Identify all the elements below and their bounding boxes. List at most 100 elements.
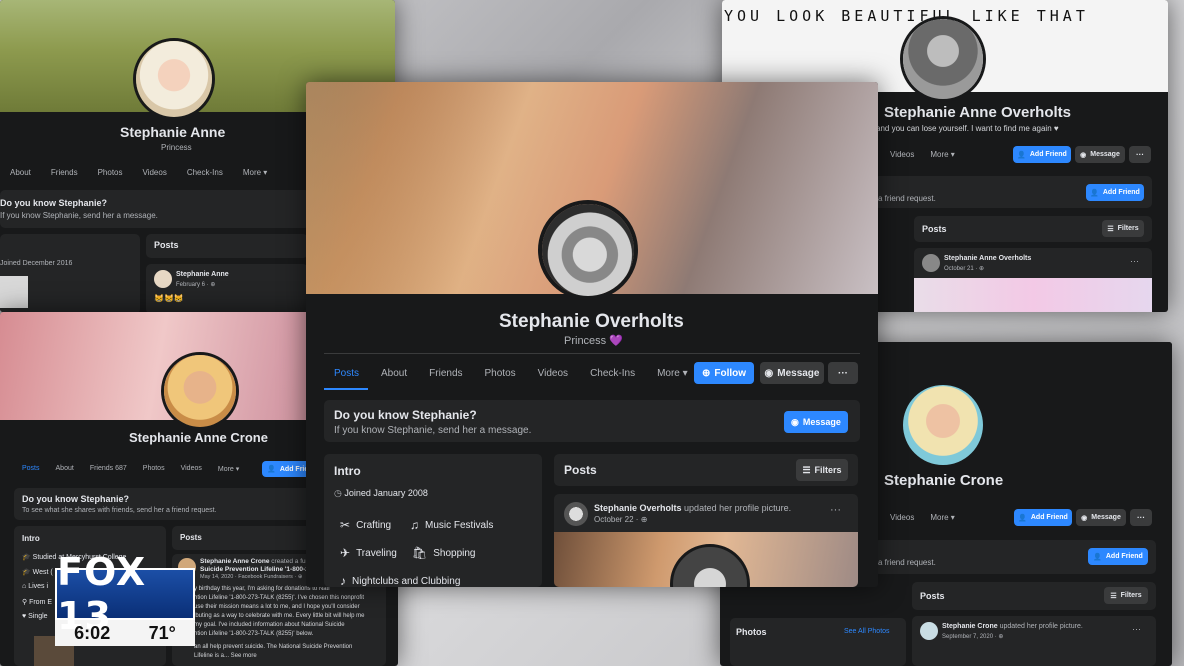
post-card: Stephanie Anne February 6 · ⊕ 😸😸😸: [146, 264, 308, 312]
add-friend-button[interactable]: 👤 Add Friend: [1013, 146, 1071, 163]
temperature-display: 71°: [148, 622, 176, 643]
profile-tabs: Videos More ▾: [890, 150, 955, 159]
tab-videos[interactable]: Videos: [538, 368, 568, 379]
intro-item-from: ⚲ From E: [22, 599, 53, 606]
tab-checkins[interactable]: Check-Ins: [590, 368, 635, 379]
tab-about[interactable]: About: [381, 368, 407, 379]
prompt-message-button[interactable]: ◉ Message: [784, 411, 848, 433]
active-tab-underline: [324, 388, 368, 390]
post-emoji: 😸😸😸: [154, 294, 184, 303]
profile-avatar: [538, 200, 638, 300]
post-author-line: Stephanie Anne Crone created a fund: [200, 558, 313, 565]
request-text: a friend request.: [878, 194, 936, 203]
tab-more[interactable]: More ▾: [930, 150, 954, 159]
add-friend-icon: 👤: [1018, 514, 1027, 522]
post-more-button[interactable]: ···: [1132, 624, 1141, 634]
post-body-8[interactable]: Lifeline is a... See more: [194, 653, 257, 659]
tab-friends[interactable]: Friends: [429, 368, 462, 379]
filters-icon: ☰: [802, 464, 811, 475]
tab-videos[interactable]: Videos: [143, 168, 167, 177]
cover-banner-text: YOU LOOK BEAUTIFUL LIKE THAT: [724, 7, 1089, 25]
hobby-shopping[interactable]: 🛍 Shopping: [412, 546, 476, 560]
follow-icon: ⊕: [701, 367, 711, 379]
post-body-2: ntion Lifeline '1-800-273-TALK (8255)'. …: [194, 595, 365, 601]
divider: [324, 353, 860, 354]
tab-posts[interactable]: Posts: [334, 368, 359, 379]
hobby-traveling[interactable]: ✈ Traveling: [340, 546, 397, 560]
post-body-3: use their mission means a lot to me, and…: [194, 604, 360, 610]
tab-friends[interactable]: Friends 687: [90, 465, 127, 473]
intro-item-lives: ⌂ Lives i: [22, 583, 49, 590]
messenger-icon: ◉: [1080, 151, 1087, 159]
intro-header: Intro: [22, 534, 40, 543]
messenger-icon: ◉: [1081, 514, 1088, 522]
post-more-button[interactable]: ···: [830, 504, 841, 516]
prompt-title: Do you know Stephanie?: [334, 408, 477, 422]
tab-videos[interactable]: Videos: [890, 513, 914, 522]
profile-bio: and you can lose yourself. I want to fin…: [876, 124, 1059, 133]
filters-button[interactable]: ☰ Filters: [1102, 220, 1144, 237]
tab-more[interactable]: More ▾: [243, 168, 267, 177]
posts-header: Posts: [564, 463, 597, 477]
joined-text: Joined December 2016: [0, 260, 73, 267]
joined-line: ◷ Joined January 2008: [334, 488, 428, 498]
tab-photos[interactable]: Photos: [98, 168, 123, 177]
tab-videos[interactable]: Videos: [181, 465, 202, 473]
add-friend-icon: 👤: [1090, 189, 1099, 197]
post-author: Stephanie Anne: [176, 271, 229, 278]
hobby-crafting[interactable]: ✂ Crafting: [340, 518, 391, 532]
post-date: October 22 · ⊕: [594, 515, 648, 524]
profile-avatar: [900, 382, 986, 468]
post-date: September 7, 2020 · ⊕: [942, 634, 1004, 640]
hobby-nightclubs[interactable]: ♪ Nightclubs and Clubbing: [340, 574, 460, 587]
message-button[interactable]: ◉ Message: [1075, 146, 1125, 163]
tab-photos[interactable]: Photos: [485, 368, 516, 379]
intro-panel: Intro ◷ Joined January 2008 ✂ Crafting ♫ M…: [324, 454, 542, 587]
messenger-icon: ◉: [791, 416, 799, 427]
post-more-button[interactable]: ···: [1130, 256, 1139, 266]
profile-avatar: [161, 352, 239, 430]
friend-request-prompt: a friend request. 👤 Add Friend: [874, 176, 1152, 208]
message-button[interactable]: ◉ Message: [1076, 509, 1126, 526]
tab-photos[interactable]: Photos: [143, 465, 165, 473]
tab-friends[interactable]: Friends: [51, 168, 78, 177]
prompt-title: Do you know Stephanie?: [22, 494, 130, 504]
more-options-button[interactable]: ···: [1129, 146, 1151, 163]
message-button[interactable]: ◉ Message: [760, 362, 824, 384]
post-author-line: Stephanie Crone updated her profile pict…: [942, 623, 1083, 630]
post-body-7: an all help prevent suicide. The Nationa…: [194, 644, 353, 650]
post-body-5: my goal. I've included information about…: [194, 622, 345, 628]
nightclub-icon: ♪: [340, 574, 346, 587]
posts-header: Posts: [154, 240, 179, 250]
tab-more[interactable]: More ▾: [218, 465, 239, 473]
add-friend-button-2[interactable]: 👤 Add Friend: [1086, 184, 1144, 201]
post-line2: Suicide Prevention Lifeline '1-800-27: [200, 566, 313, 573]
shopping-icon: 🛍: [412, 546, 428, 560]
hobby-music-festivals[interactable]: ♫ Music Festivals: [410, 518, 493, 532]
posts-header: Posts: [922, 224, 947, 234]
tab-about[interactable]: About: [10, 168, 31, 177]
post-card: Stephanie Overholts updated her profile …: [554, 494, 858, 587]
follow-button[interactable]: ⊕ Follow: [694, 362, 754, 384]
add-friend-button-2[interactable]: 👤 Add Friend: [1088, 548, 1148, 565]
filters-button[interactable]: ☰ Filters: [1104, 587, 1148, 604]
see-all-photos-link[interactable]: See All Photos: [844, 628, 890, 635]
know-prompt: Do you know Stephanie? If you know Steph…: [0, 190, 310, 228]
more-options-button[interactable]: ···: [1130, 509, 1152, 526]
profile-avatar: [133, 38, 215, 120]
tab-about[interactable]: About: [56, 465, 74, 473]
post-avatar: [920, 622, 938, 640]
tab-more[interactable]: More ▾: [657, 368, 688, 379]
tab-checkins[interactable]: Check-Ins: [187, 168, 223, 177]
post-card: Stephanie Crone updated her profile pict…: [912, 616, 1156, 666]
more-options-button[interactable]: ···: [828, 362, 858, 384]
photo-thumb: [0, 276, 28, 308]
add-friend-button[interactable]: 👤 Add Friend: [1014, 509, 1072, 526]
tab-more[interactable]: More ▾: [930, 513, 954, 522]
profile-avatar: [900, 16, 986, 102]
profile-tabs: Videos More ▾: [890, 513, 955, 522]
filters-button[interactable]: ☰ Filters: [796, 459, 848, 481]
post-avatar: [154, 270, 172, 288]
tab-videos[interactable]: Videos: [890, 150, 914, 159]
tab-posts[interactable]: Posts: [22, 465, 40, 473]
